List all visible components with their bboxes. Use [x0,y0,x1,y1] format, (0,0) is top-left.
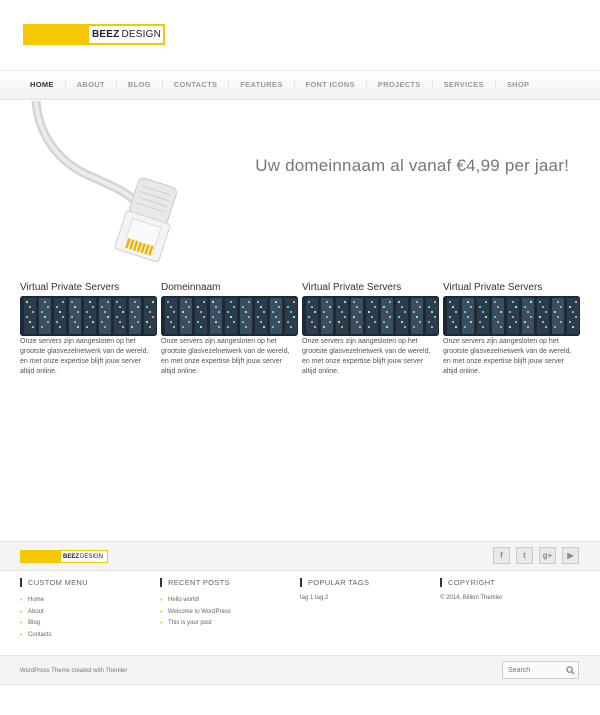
search-icon[interactable] [563,663,577,677]
feature-text: Onze servers zijn aangesloten op het gro… [20,338,149,375]
social-links: f t g+ ▶ [493,547,579,564]
recent-posts-widget: RECENT POSTS Hello world! Welcome to Wor… [160,578,300,641]
popular-tags-widget: POPULAR TAGS tag 1 tag 2 [300,578,440,641]
server-rack-image [161,296,298,336]
widget-title: COPYRIGHT [440,578,580,587]
footer-widgets: CUSTOM MENU Home About Blog Contacts REC… [20,578,580,641]
feature-text: Onze servers zijn aangesloten op het gro… [302,338,431,375]
ethernet-cable-image [31,101,177,263]
server-rack-image [443,296,580,336]
footer-menu-item-home[interactable]: Home [20,595,160,607]
footer-logo-text: BEEZ DESIGN [63,553,104,560]
hero-tagline: Uw domeinnaam al vanaf €4,99 per jaar! [255,156,569,175]
feature-column: Virtual Private Servers Onze servers zij… [443,282,580,377]
footer-menu-item-contacts[interactable]: Contacts [20,630,160,642]
nav-item-contacts[interactable]: CONTACTS [161,80,229,90]
custom-menu-widget: CUSTOM MENU Home About Blog Contacts [20,578,160,641]
recent-post-link[interactable]: This is your post [160,618,300,630]
nav-item-about[interactable]: ABOUT [64,80,116,90]
logo-text: BEEZ DESIGN [92,29,162,40]
footer-top-bar: BEEZ DESIGN f t g+ ▶ [0,541,600,571]
google-plus-icon[interactable]: g+ [539,547,556,564]
search-box [502,661,579,679]
feature-title[interactable]: Virtual Private Servers [443,282,580,294]
hero-banner: Uw domeinnaam al vanaf €4,99 per jaar! [0,101,600,276]
footer-menu-item-blog[interactable]: Blog [20,618,160,630]
site-logo[interactable]: BEEZ DESIGN [23,24,165,45]
search-input[interactable] [503,662,563,678]
facebook-icon[interactable]: f [493,547,510,564]
nav-item-font-icons[interactable]: FONT ICONS [293,80,366,90]
youtube-icon[interactable]: ▶ [562,547,579,564]
tag-list[interactable]: tag 1 tag 2 [300,595,440,601]
nav-item-services[interactable]: SERVICES [431,80,495,90]
feature-column: Virtual Private Servers Onze servers zij… [20,282,157,377]
widget-title: RECENT POSTS [160,578,300,587]
recent-post-link[interactable]: Hello world! [160,595,300,607]
widget-title: POPULAR TAGS [300,578,440,587]
main-navigation: HOME ABOUT BLOG CONTACTS FEATURES FONT I… [0,70,600,100]
copyright-text: © 2014, Billion Themler [440,595,503,601]
footer-logo[interactable]: BEEZ DESIGN [20,550,108,563]
nav-item-projects[interactable]: PROJECTS [365,80,432,90]
feature-title[interactable]: Virtual Private Servers [20,282,157,294]
feature-column: Virtual Private Servers Onze servers zij… [302,282,439,377]
nav-item-shop[interactable]: SHOP [494,80,540,90]
theme-credit: WordPress Theme created with Themler [20,668,128,674]
logo-color-block [25,26,89,43]
nav-item-features[interactable]: FEATURES [228,80,293,90]
nav-item-home[interactable]: HOME [19,80,65,90]
server-rack-image [20,296,157,336]
nav-item-blog[interactable]: BLOG [115,80,162,90]
footer-menu-item-about[interactable]: About [20,607,160,619]
footer-logo-color-block [21,551,61,562]
feature-columns: Virtual Private Servers Onze servers zij… [20,282,580,377]
feature-title[interactable]: Domeinnaam [161,282,298,294]
server-rack-image [302,296,439,336]
twitter-icon[interactable]: t [516,547,533,564]
feature-text: Onze servers zijn aangesloten op het gro… [443,338,572,375]
recent-post-link[interactable]: Welcome to WordPress [160,607,300,619]
feature-column: Domeinnaam Onze servers zijn aangesloten… [161,282,298,377]
feature-title[interactable]: Virtual Private Servers [302,282,439,294]
feature-text: Onze servers zijn aangesloten op het gro… [161,338,290,375]
copyright-widget: COPYRIGHT © 2014, Billion Themler [440,578,580,641]
widget-title: CUSTOM MENU [20,578,160,587]
footer-bottom-bar: WordPress Theme created with Themler [0,655,600,685]
